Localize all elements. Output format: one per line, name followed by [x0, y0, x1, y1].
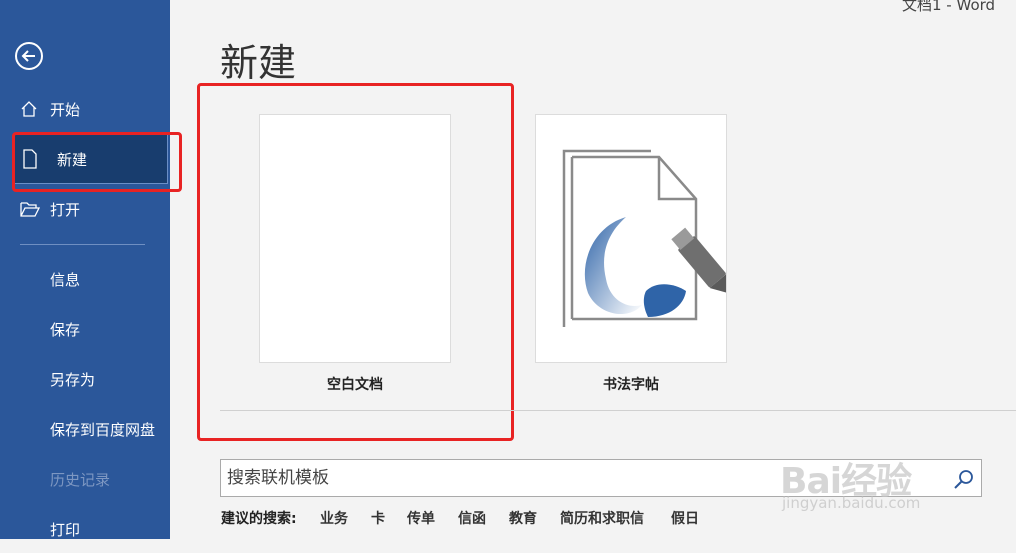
sidebar-item-save[interactable]: 保存	[0, 305, 170, 353]
template-calligraphy[interactable]	[535, 114, 729, 363]
section-divider	[220, 410, 1016, 411]
baidu-jingyan-watermark: Bai经验 jingyan.baidu.com	[780, 432, 1000, 522]
calligraphy-brush-icon	[562, 149, 729, 327]
sidebar-item-label: 打开	[50, 200, 81, 219]
sidebar-item-save-as[interactable]: 另存为	[0, 355, 170, 403]
suggested-search-link[interactable]: 卡	[371, 508, 385, 528]
sidebar-divider	[20, 244, 145, 245]
suggested-searches-label: 建议的搜索:	[221, 511, 297, 527]
highlight-box-blank-document	[197, 83, 514, 441]
sidebar-item-save-to-baidu-netdisk[interactable]: 保存到百度网盘	[0, 405, 170, 453]
sidebar-item-print[interactable]: 打印	[0, 505, 170, 553]
backstage-sidebar: 开始 新建 打开 信息 保存 另存为 保存到百度网盘 历史记录 打印	[0, 0, 170, 539]
suggested-search-link[interactable]: 教育	[509, 508, 537, 528]
page-title: 新建	[220, 41, 297, 85]
suggested-search-link[interactable]: 假日	[671, 508, 699, 528]
suggested-search-link[interactable]: 简历和求职信	[560, 508, 644, 528]
back-arrow-circle-icon	[21, 50, 35, 62]
window-title: 文档1 - Word	[902, 0, 996, 14]
watermark-url: jingyan.baidu.com	[782, 494, 921, 512]
suggested-search-link[interactable]: 业务	[320, 508, 348, 528]
template-label[interactable]: 书法字帖	[535, 374, 727, 394]
sidebar-item-history: 历史记录	[50, 470, 111, 489]
sidebar-item-home[interactable]: 开始	[0, 85, 170, 133]
open-folder-icon	[0, 200, 50, 218]
sidebar-item-label: 开始	[50, 100, 81, 119]
back-button[interactable]	[15, 42, 43, 70]
home-icon	[0, 100, 50, 118]
sidebar-item-info[interactable]: 信息	[0, 255, 170, 303]
suggested-search-link[interactable]: 传单	[407, 508, 435, 528]
suggested-search-link[interactable]: 信函	[458, 508, 486, 528]
sidebar-item-open[interactable]: 打开	[0, 185, 170, 233]
highlight-box-new	[12, 132, 182, 192]
